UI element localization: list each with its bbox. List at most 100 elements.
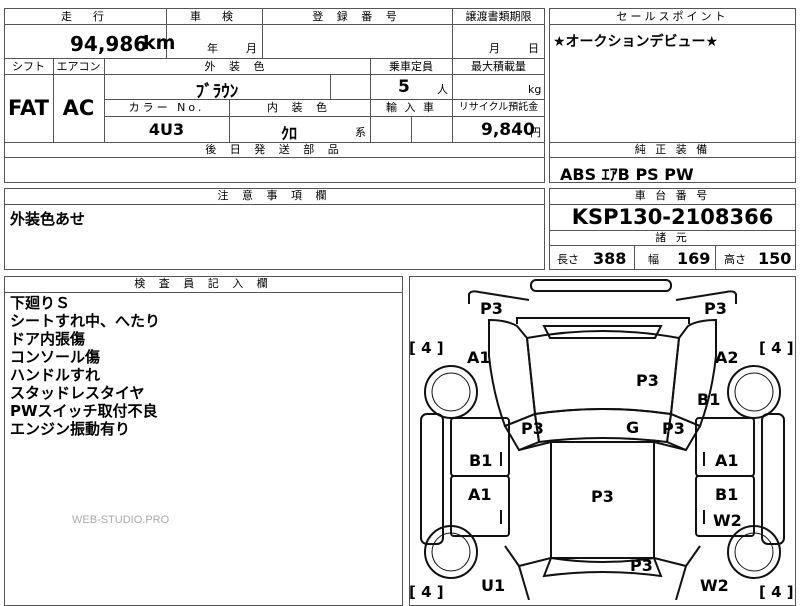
- aircon-value: AC: [62, 96, 95, 120]
- damage-mark: W2: [700, 576, 729, 595]
- watermark: WEB-STUDIO.PRO: [72, 514, 170, 526]
- damage-mark: B1: [715, 485, 739, 504]
- header-color-no: カラー No.: [128, 101, 205, 114]
- color-no-value: 4U3: [148, 120, 185, 139]
- shift-value: FAT: [8, 96, 49, 120]
- recycle-value: 9,840: [481, 120, 535, 140]
- note-line: 下廻りＳ: [10, 294, 71, 312]
- tire-tread-rear-left: [ 4 ]: [409, 583, 444, 601]
- divider: [549, 157, 796, 158]
- sales-point-text: ★オークションデビュー★: [553, 34, 719, 50]
- length-value: 388: [593, 249, 627, 268]
- divider: [104, 116, 545, 117]
- recycle-unit: 円: [530, 126, 541, 139]
- right-rear-fender-shape: [675, 545, 701, 600]
- header-inspection: 車 検: [190, 10, 238, 23]
- note-line: エンジン振動有り: [10, 420, 131, 438]
- left-side-skirt-shape: [420, 413, 444, 545]
- max-load-unit: kg: [528, 83, 542, 96]
- inspector-notes: 下廻りＳ シートすれ中、へたり ドア内張傷 コンソール傷 ハンドルすれ スタッド…: [10, 294, 160, 438]
- caution-text: 外装色あせ: [10, 210, 86, 228]
- header-sales-point: セールスポイント: [616, 10, 729, 23]
- damage-mark: P3: [662, 419, 685, 438]
- header-interior-color: 内 装 色: [267, 101, 332, 114]
- rear-right-tire-shape: [734, 532, 774, 572]
- transfer-month-label: 月: [489, 42, 500, 55]
- note-line: シートすれ中、へたり: [10, 312, 161, 330]
- damage-mark: A2: [715, 348, 739, 367]
- header-chassis: 車 台 番 号: [634, 189, 711, 202]
- seating-value: 5: [398, 77, 410, 97]
- divider: [330, 74, 331, 99]
- damage-mark: A1: [467, 348, 491, 367]
- header-later-parts: 後 日 発 送 部 品: [205, 143, 344, 156]
- damage-mark: W2: [713, 511, 742, 530]
- divider: [549, 245, 796, 246]
- divider: [4, 58, 545, 59]
- tire-tread-value: 4: [771, 339, 782, 357]
- car-diagram: [420, 279, 785, 600]
- center-body-shape: [518, 440, 552, 567]
- windshield-shape: [533, 408, 673, 444]
- divider: [634, 245, 635, 270]
- header-shift: シフト: [12, 60, 45, 73]
- tire-tread-front-right: [ 4 ]: [759, 339, 794, 357]
- length-label: 長さ: [557, 253, 579, 266]
- damage-mark: P3: [704, 299, 727, 318]
- divider: [104, 99, 545, 100]
- tire-tread-front-left: [ 4 ]: [409, 339, 444, 357]
- height-label: 高さ: [724, 253, 746, 266]
- mileage-value: 94,986: [70, 32, 148, 56]
- rear-left-tire-shape: [431, 532, 471, 572]
- front-end-shape: [516, 317, 690, 324]
- header-exterior-color: 外 装 色: [204, 60, 270, 73]
- height-value: 150: [758, 249, 792, 268]
- header-max-load: 最大積載量: [471, 60, 526, 73]
- header-caution: 注 意 事 項 欄: [217, 189, 332, 202]
- tire-tread-value: 4: [421, 583, 432, 601]
- damage-mark: B1: [697, 390, 721, 409]
- divider: [4, 157, 545, 158]
- front-bumper-shape: [530, 279, 672, 292]
- note-line: PWスイッチ取付不良: [10, 402, 158, 420]
- note-line: スタッドレスタイヤ: [10, 384, 145, 402]
- tire-tread-value: 4: [771, 583, 782, 601]
- interior-color-suffix: 系: [355, 126, 366, 139]
- divider: [715, 245, 716, 270]
- inspection-month-label: 月: [246, 42, 257, 55]
- header-seating: 乗車定員: [389, 60, 433, 73]
- front-left-tire-shape: [424, 365, 478, 419]
- damage-mark: P3: [480, 299, 503, 318]
- right-front-fender-shape: [669, 318, 717, 428]
- width-label: 幅: [648, 253, 659, 266]
- equipment-text: ABS ｴｱB PS PW: [560, 165, 694, 184]
- header-recycle: リサイクル預託金: [458, 102, 539, 113]
- inspection-year-label: 年: [207, 42, 218, 55]
- front-right-tire-shape: [734, 372, 774, 412]
- header-equipment: 純 正 装 備: [634, 143, 711, 156]
- divider: [4, 74, 545, 75]
- damage-mark: U1: [481, 576, 506, 595]
- damage-mark: P3: [630, 556, 653, 575]
- mileage-unit: km: [143, 32, 176, 54]
- note-line: ハンドルすれ: [10, 366, 101, 384]
- header-transfer-deadline: 譲渡書類期限: [465, 10, 532, 23]
- center-body-shape: [653, 440, 687, 567]
- chassis-number: KSP130-2108366: [571, 205, 774, 229]
- right-side-skirt-shape: [761, 413, 785, 545]
- header-aircon: エアコン: [56, 60, 101, 73]
- divider: [411, 116, 412, 142]
- damage-mark: A1: [468, 485, 492, 504]
- transfer-day-label: 日: [528, 42, 539, 55]
- front-left-tire-shape: [431, 372, 471, 412]
- divider: [4, 292, 403, 293]
- note-line: コンソール傷: [10, 348, 101, 366]
- tire-tread-rear-right: [ 4 ]: [759, 583, 794, 601]
- damage-mark: G: [626, 418, 640, 437]
- divider: [4, 24, 545, 25]
- front-right-tire-shape: [727, 365, 781, 419]
- damage-mark: B1: [469, 451, 493, 470]
- header-mileage: 走 行: [61, 10, 109, 23]
- left-front-fender-shape: [488, 318, 537, 428]
- seating-unit: 人: [437, 83, 448, 96]
